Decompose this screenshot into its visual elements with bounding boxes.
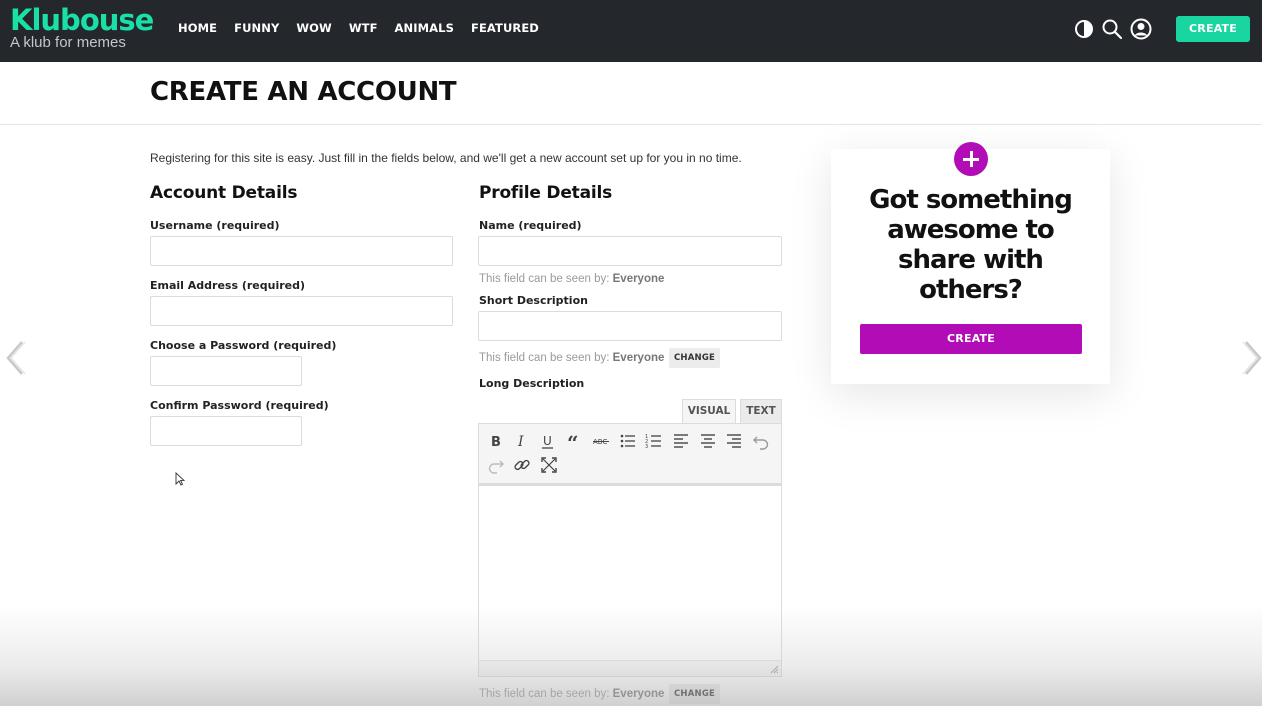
align-right-icon[interactable] (724, 431, 744, 451)
bullet-list-icon[interactable] (618, 431, 638, 451)
svg-text:“: “ (567, 431, 579, 451)
change-visibility-button[interactable]: CHANGE (669, 684, 720, 704)
user-icon[interactable] (1130, 18, 1152, 40)
mouse-cursor-icon (175, 472, 185, 486)
account-details-heading: Account Details (150, 183, 298, 203)
visibility-prefix: This field can be seen by: (479, 688, 610, 700)
svg-text:3: 3 (645, 444, 648, 450)
nav-home[interactable]: HOME (178, 21, 217, 35)
svg-text:U: U (543, 434, 552, 448)
email-input[interactable] (150, 296, 453, 326)
tab-text[interactable]: TEXT (740, 399, 782, 423)
title-bar: CREATE AN ACCOUNT (0, 62, 1262, 125)
visibility-value: Everyone (612, 273, 665, 285)
email-label: Email Address (required) (150, 279, 306, 292)
align-left-icon[interactable] (671, 431, 691, 451)
password-input[interactable] (150, 356, 302, 386)
nav-featured[interactable]: FEATURED (471, 21, 539, 35)
username-label: Username (required) (150, 219, 280, 232)
nav-funny[interactable]: FUNNY (234, 21, 279, 35)
visibility-prefix: This field can be seen by: (479, 273, 610, 285)
redo-icon[interactable] (486, 455, 506, 475)
bold-icon[interactable]: B (486, 431, 506, 451)
promo-create-button[interactable]: CREATE (860, 324, 1082, 354)
editor-toolbar: B I U “ ABC 123 (478, 423, 782, 484)
intro-text: Registering for this site is easy. Just … (150, 151, 742, 165)
visibility-value: Everyone (612, 352, 665, 364)
nav-wtf[interactable]: WTF (349, 21, 378, 35)
next-arrow-icon[interactable] (1242, 340, 1262, 376)
long-description-editor[interactable] (478, 484, 782, 677)
confirm-password-label: Confirm Password (required) (150, 399, 329, 412)
visibility-value: Everyone (612, 688, 665, 700)
blockquote-icon[interactable]: “ (565, 431, 585, 451)
italic-icon[interactable]: I (512, 431, 532, 451)
underline-icon[interactable]: U (538, 431, 558, 451)
top-navbar: Klubouse A klub for memes HOME FUNNY WOW… (0, 0, 1262, 62)
change-visibility-button[interactable]: CHANGE (669, 348, 720, 368)
plus-icon (954, 142, 988, 176)
confirm-password-input[interactable] (150, 416, 302, 446)
logo-name: Klubouse (10, 3, 154, 37)
resize-handle-icon[interactable] (769, 664, 779, 674)
main-nav: HOME FUNNY WOW WTF ANIMALS FEATURED (178, 21, 556, 35)
long-description-label: Long Description (479, 377, 585, 390)
svg-text:B: B (491, 435, 501, 450)
prev-arrow-icon[interactable] (4, 340, 26, 376)
username-input[interactable] (150, 236, 453, 266)
page-title: CREATE AN ACCOUNT (150, 77, 457, 107)
editor-statusbar (479, 660, 781, 676)
create-promo-card: Got something awesome to share with others?… (831, 149, 1110, 384)
nav-animals[interactable]: ANIMALS (395, 21, 454, 35)
logo-tagline: A klub for memes (10, 34, 126, 51)
align-center-icon[interactable] (698, 431, 718, 451)
name-label: Name (required) (479, 219, 582, 232)
strikethrough-icon[interactable]: ABC (591, 431, 611, 451)
password-label: Choose a Password (required) (150, 339, 337, 352)
short-visibility-note: This field can be seen by: Everyone (479, 352, 664, 364)
visibility-prefix: This field can be seen by: (479, 352, 610, 364)
short-description-input[interactable] (478, 311, 782, 341)
nav-wow[interactable]: WOW (296, 21, 331, 35)
link-icon[interactable] (512, 455, 532, 475)
fullscreen-icon[interactable] (539, 455, 559, 475)
short-description-label: Short Description (479, 294, 588, 307)
name-input[interactable] (478, 236, 782, 266)
site-logo[interactable]: Klubouse A klub for memes (10, 3, 154, 51)
undo-icon[interactable] (751, 431, 771, 451)
dark-mode-icon[interactable] (1073, 18, 1095, 40)
profile-details-heading: Profile Details (479, 183, 613, 203)
long-visibility-note: This field can be seen by: Everyone (479, 688, 664, 700)
name-visibility-note: This field can be seen by: Everyone (479, 273, 664, 285)
search-icon[interactable] (1101, 18, 1123, 40)
svg-text:I: I (517, 434, 524, 450)
numbered-list-icon[interactable]: 123 (644, 431, 664, 451)
promo-headline: Got something awesome to share with others? (869, 185, 1073, 305)
create-button[interactable]: CREATE (1176, 16, 1250, 42)
tab-visual[interactable]: VISUAL (682, 399, 736, 423)
